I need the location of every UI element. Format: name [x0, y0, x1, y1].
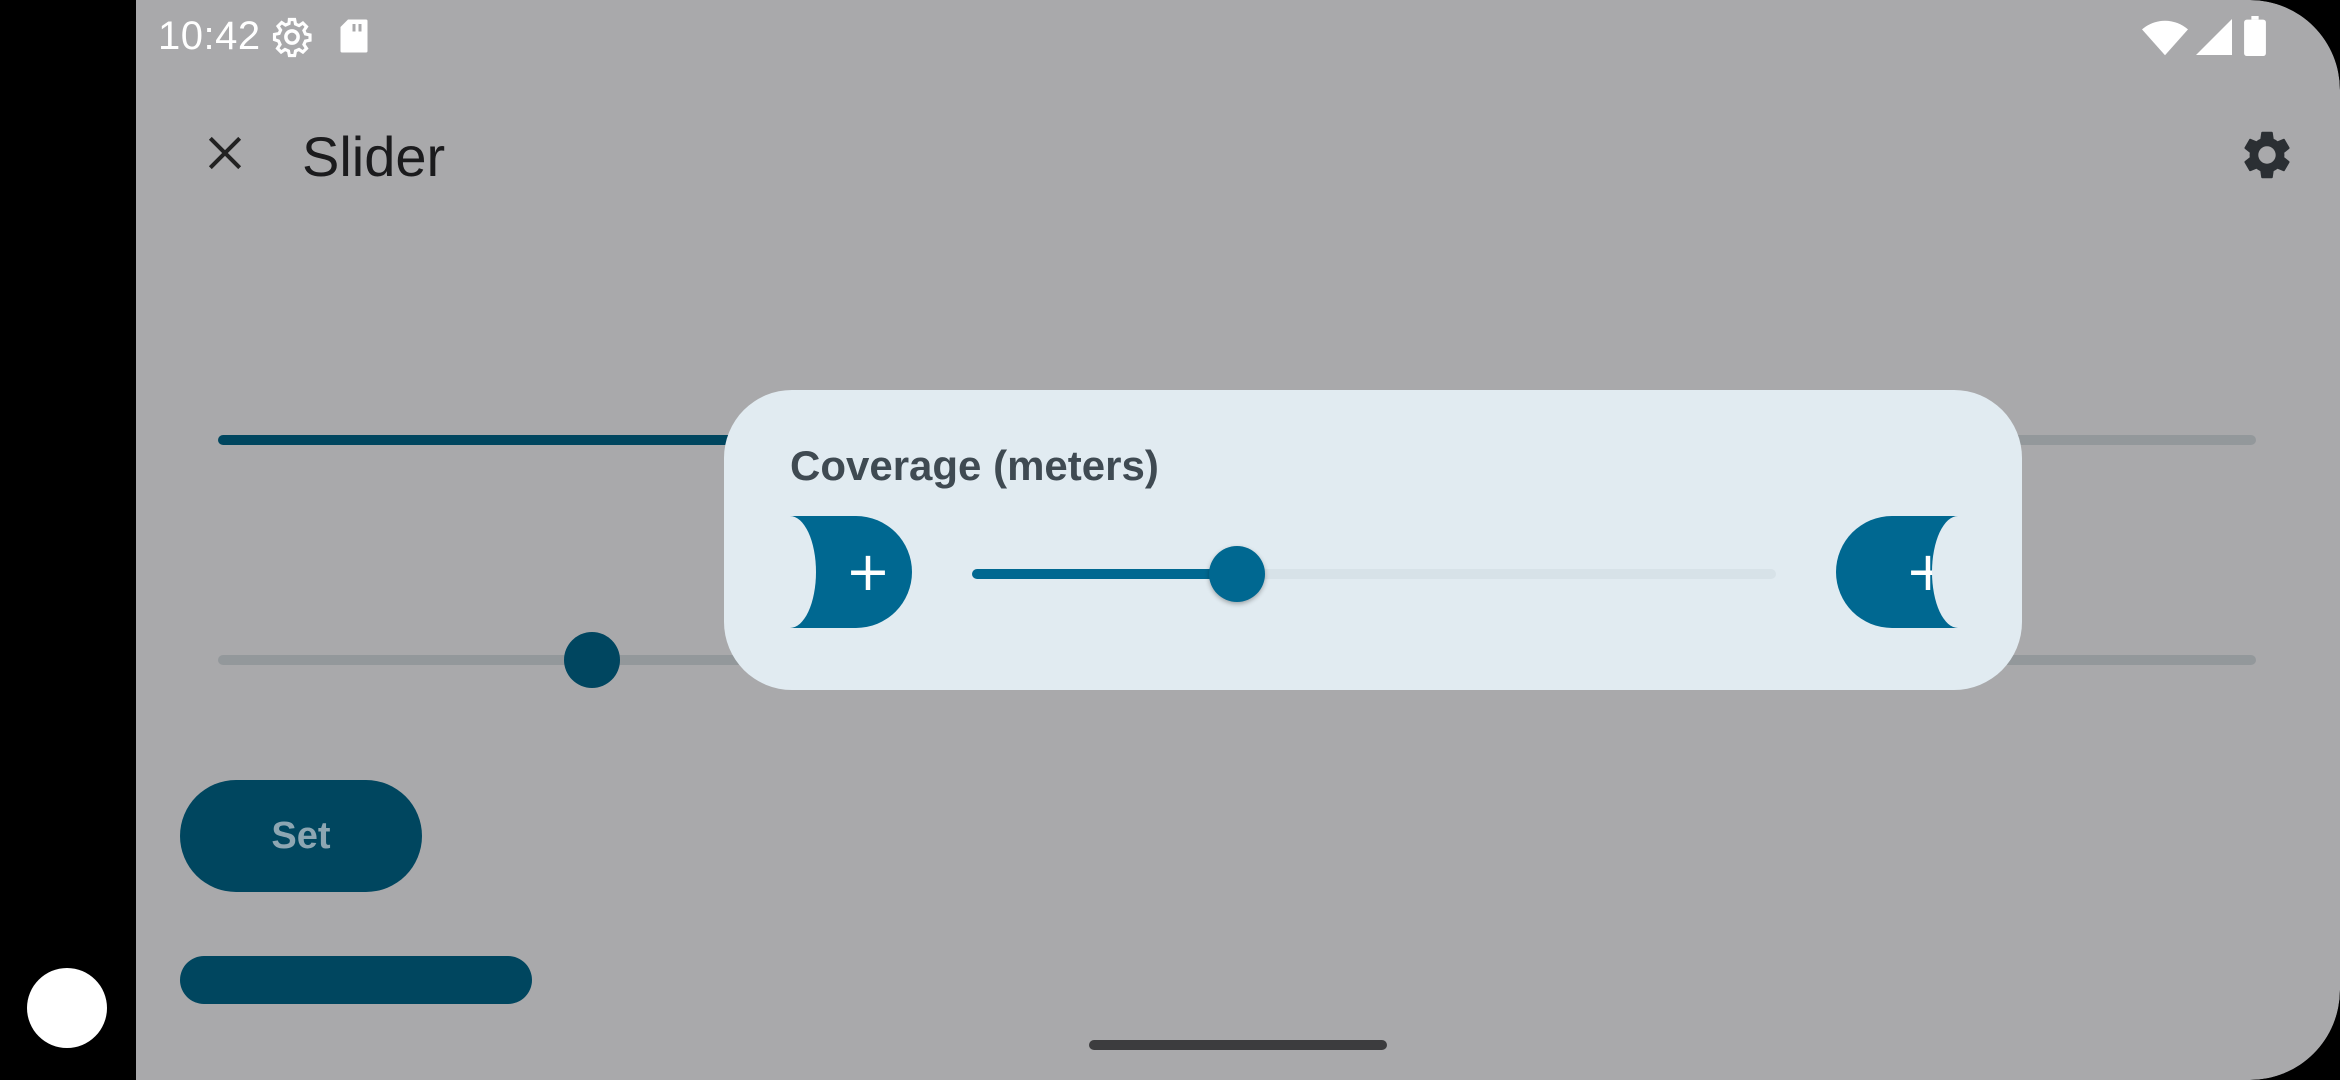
set-button[interactable]: Set [180, 780, 422, 892]
cellular-signal-icon [2196, 19, 2232, 55]
increase-button[interactable]: + [1836, 516, 1958, 628]
background-slider-fill [218, 435, 758, 445]
app-window: 10:42 Slider Set Coverage (meters) + + [136, 0, 2340, 1080]
slider-thumb[interactable] [1209, 546, 1266, 602]
home-indicator[interactable] [1089, 1040, 1387, 1050]
device-screen: 10:42 Slider Set Coverage (meters) + + [0, 0, 2340, 1080]
background-range-slider-thumb[interactable] [564, 632, 620, 688]
front-camera [27, 968, 107, 1048]
display-cutout [0, 0, 136, 1080]
coverage-slider[interactable] [972, 546, 1776, 602]
settings-icon [2244, 131, 2290, 179]
status-bar: 10:42 [136, 0, 2340, 74]
slider-active-track [972, 569, 1238, 579]
status-time: 10:42 [158, 14, 261, 58]
settings-button[interactable] [2232, 120, 2302, 190]
page-title: Slider [302, 125, 446, 188]
plus-icon: + [845, 540, 891, 603]
battery-icon [2244, 16, 2266, 56]
close-button[interactable] [188, 116, 262, 190]
settings-gear-icon [272, 17, 312, 58]
close-icon [208, 136, 242, 170]
background-action-bar[interactable] [180, 956, 532, 1004]
sd-card-icon [340, 19, 368, 53]
plus-icon: + [1905, 540, 1951, 603]
dialog-title: Coverage (meters) [790, 442, 1159, 489]
wifi-icon [2142, 20, 2188, 56]
coverage-dialog: Coverage (meters) + + [724, 390, 2022, 690]
decrease-button[interactable]: + [790, 516, 912, 628]
